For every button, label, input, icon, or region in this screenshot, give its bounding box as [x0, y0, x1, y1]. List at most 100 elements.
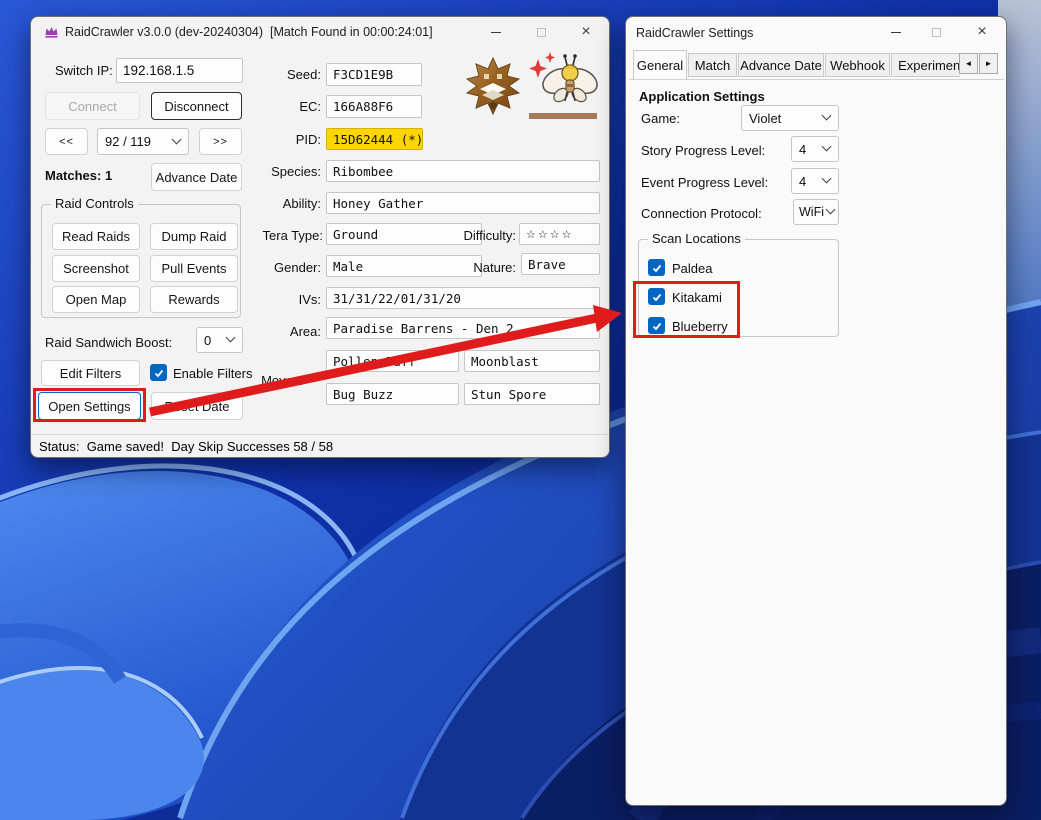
tab-scroll-left-button[interactable]: ◄ — [959, 53, 978, 74]
chevron-down-icon — [822, 174, 832, 184]
move-1-field[interactable]: Pollen Puff — [326, 350, 459, 372]
event-progress-value: 4 — [799, 174, 806, 189]
connection-protocol-label: Connection Protocol: — [641, 206, 762, 221]
advance-date-button[interactable]: Advance Date — [151, 163, 242, 191]
ec-field[interactable]: 166A88F6 — [326, 95, 422, 118]
chevron-down-icon — [226, 333, 236, 343]
main-window-title: RaidCrawler v3.0.0 (dev-20240304) [Match… — [65, 17, 433, 47]
scan-locations-title: Scan Locations — [648, 231, 745, 246]
read-raids-button[interactable]: Read Raids — [52, 223, 140, 250]
settings-close-button[interactable]: × — [962, 17, 1002, 47]
pull-events-button[interactable]: Pull Events — [150, 255, 238, 282]
close-icon: × — [581, 24, 590, 40]
tab-scroll-right-button[interactable]: ► — [979, 53, 998, 74]
paldea-label: Paldea — [672, 261, 712, 276]
area-label: Area: — [249, 324, 321, 339]
settings-tabstrip: General Match Advance Date Webhook Exper… — [626, 50, 960, 80]
ivs-field[interactable]: 31/31/22/01/31/20 — [326, 287, 600, 309]
chevron-down-icon — [822, 142, 832, 152]
minimize-button[interactable] — [476, 17, 516, 47]
minimize-icon — [491, 32, 501, 33]
edit-filters-button[interactable]: Edit Filters — [41, 360, 140, 386]
main-titlebar[interactable]: RaidCrawler v3.0.0 (dev-20240304) [Match… — [31, 17, 609, 47]
game-label: Game: — [641, 111, 680, 126]
close-button[interactable]: × — [566, 17, 606, 47]
ability-field[interactable]: Honey Gather — [326, 192, 600, 214]
close-icon: × — [977, 24, 986, 40]
species-field[interactable]: Ribombee — [326, 160, 600, 182]
nature-field[interactable]: Brave — [521, 253, 600, 275]
raid-controls-group: Raid Controls Read Raids Dump Raid Scree… — [41, 204, 241, 318]
minimize-icon — [891, 32, 901, 33]
arrow-right-icon: ► — [985, 59, 993, 68]
settings-maximize-button[interactable] — [916, 17, 956, 47]
gender-label: Gender: — [249, 260, 321, 275]
chevron-down-icon — [822, 111, 832, 121]
moves-label: Moves: — [229, 373, 303, 388]
tab-advance-date[interactable]: Advance Date — [738, 53, 824, 77]
tab-general[interactable]: General — [633, 50, 687, 79]
application-settings-heading: Application Settings — [639, 89, 765, 104]
game-value: Violet — [749, 111, 781, 126]
tabpage-border — [629, 79, 1004, 80]
difficulty-label: Difficulty: — [436, 228, 516, 243]
raid-sandwich-boost-dropdown[interactable]: 0 — [196, 327, 243, 353]
status-text: Status: Game saved! Day Skip Successes 5… — [39, 439, 333, 454]
open-settings-highlight-box — [33, 388, 146, 422]
disconnect-button[interactable]: Disconnect — [151, 92, 242, 120]
paldea-checkbox[interactable] — [648, 259, 665, 276]
matches-count: Matches: 1 — [45, 168, 112, 183]
ec-label: EC: — [249, 99, 321, 114]
open-map-button[interactable]: Open Map — [52, 286, 140, 313]
app-crown-icon — [44, 25, 59, 38]
species-label: Species: — [249, 164, 321, 179]
seed-field[interactable]: F3CD1E9B — [326, 63, 422, 86]
move-4-field[interactable]: Stun Spore — [464, 383, 600, 405]
move-3-field[interactable]: Bug Buzz — [326, 383, 459, 405]
reset-date-button[interactable]: Reset Date — [151, 392, 243, 420]
switch-ip-label: Switch IP: — [55, 63, 113, 78]
desktop: RaidCrawler v3.0.0 (dev-20240304) [Match… — [0, 0, 1041, 820]
enable-filters-checkbox[interactable] — [150, 364, 167, 381]
seed-label: Seed: — [249, 67, 321, 82]
screenshot-button[interactable]: Screenshot — [52, 255, 140, 282]
move-2-field[interactable]: Moonblast — [464, 350, 600, 372]
game-dropdown[interactable]: Violet — [741, 105, 839, 131]
raid-index-dropdown[interactable]: 92 / 119 — [97, 128, 189, 155]
prev-raid-button[interactable]: << — [45, 128, 88, 155]
connect-button[interactable]: Connect — [45, 92, 140, 120]
chevron-down-icon — [826, 205, 836, 215]
tab-webhook[interactable]: Webhook — [825, 53, 890, 77]
nature-label: Nature: — [436, 260, 516, 275]
connection-protocol-dropdown[interactable]: WiFi — [793, 199, 839, 225]
tab-experiment[interactable]: Experiment — [891, 53, 960, 77]
switch-ip-input[interactable] — [116, 58, 243, 83]
chevron-down-icon — [172, 134, 182, 144]
event-progress-dropdown[interactable]: 4 — [791, 168, 839, 194]
check-icon — [651, 262, 663, 274]
check-icon — [153, 367, 165, 379]
maximize-icon — [932, 28, 941, 37]
ivs-label: IVs: — [249, 292, 321, 307]
boost-value: 0 — [204, 333, 211, 348]
tab-match[interactable]: Match — [688, 53, 737, 77]
next-raid-button[interactable]: >> — [199, 128, 242, 155]
settings-minimize-button[interactable] — [876, 17, 916, 47]
settings-window: RaidCrawler Settings × General Match Adv… — [625, 16, 1007, 806]
rewards-button[interactable]: Rewards — [150, 286, 238, 313]
dump-raid-button[interactable]: Dump Raid — [150, 223, 238, 250]
pid-field[interactable]: 15D62444 (*) — [326, 128, 423, 150]
story-progress-dropdown[interactable]: 4 — [791, 136, 839, 162]
raid-index-value: 92 / 119 — [105, 134, 151, 149]
maximize-icon — [537, 28, 546, 37]
settings-titlebar[interactable]: RaidCrawler Settings × — [626, 17, 1006, 49]
raid-sandwich-boost-label: Raid Sandwich Boost: — [45, 335, 172, 350]
raid-controls-title: Raid Controls — [51, 196, 138, 211]
area-field[interactable]: Paradise Barrens - Den 2 — [326, 317, 600, 339]
tera-type-label: Tera Type: — [236, 228, 323, 243]
maximize-button[interactable] — [521, 17, 561, 47]
shiny-ribombee-sprite — [528, 51, 600, 115]
pid-label: PID: — [249, 132, 321, 147]
difficulty-field[interactable]: ☆☆☆☆ — [519, 223, 600, 245]
ground-tera-type-icon — [466, 57, 520, 115]
